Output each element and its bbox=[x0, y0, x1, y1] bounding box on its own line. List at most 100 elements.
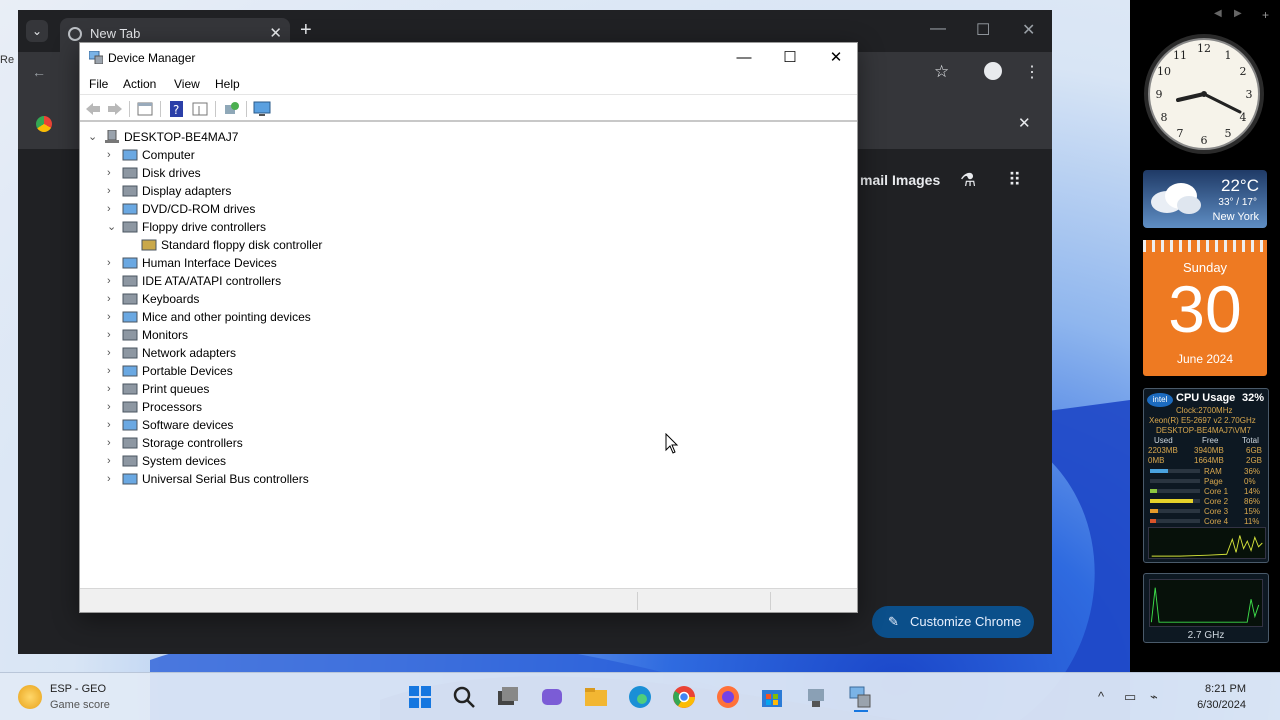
device-category[interactable]: › Print queues bbox=[80, 380, 480, 398]
dm-menubar: File Action View Help bbox=[80, 73, 857, 95]
device-category[interactable]: › Mice and other pointing devices bbox=[80, 308, 480, 326]
file-explorer-icon[interactable] bbox=[580, 681, 612, 713]
minimize-icon[interactable]: — bbox=[930, 20, 946, 38]
tab-close-icon[interactable]: ✕ bbox=[269, 24, 282, 42]
search-icon[interactable] bbox=[448, 681, 480, 713]
scan-hardware-icon[interactable] bbox=[222, 100, 240, 118]
help-icon[interactable]: ? bbox=[168, 100, 186, 118]
network-tool-icon[interactable] bbox=[800, 681, 832, 713]
back-arrow-icon[interactable] bbox=[84, 100, 102, 118]
device-manager-taskbar-icon[interactable] bbox=[844, 681, 876, 713]
task-view-icon[interactable] bbox=[492, 681, 524, 713]
chevron-right-icon[interactable]: › bbox=[107, 254, 117, 272]
view-icon[interactable] bbox=[191, 100, 209, 118]
chevron-right-icon[interactable]: › bbox=[107, 272, 117, 290]
sidebar-next-icon[interactable]: ▶ bbox=[1234, 8, 1242, 19]
firefox-icon[interactable] bbox=[712, 681, 744, 713]
col-total: Total bbox=[1242, 436, 1259, 445]
device-category-icon bbox=[122, 293, 138, 305]
menu-file[interactable]: File bbox=[89, 77, 108, 91]
display-icon[interactable]: ▭ bbox=[1124, 689, 1136, 705]
edge-icon[interactable] bbox=[624, 681, 656, 713]
chrome-taskbar-icon[interactable] bbox=[668, 681, 700, 713]
device-category[interactable]: ⌄ Floppy drive controllers bbox=[80, 218, 480, 236]
tray-overflow-icon[interactable]: ^ bbox=[1098, 689, 1104, 704]
chevron-right-icon[interactable]: › bbox=[107, 146, 117, 164]
apps-grid-icon[interactable]: ⠿ bbox=[1008, 170, 1021, 191]
device-category[interactable]: › IDE ATA/ATAPI controllers bbox=[80, 272, 480, 290]
tab-search-button[interactable]: ⌄ bbox=[26, 20, 48, 42]
dm-minimize-icon[interactable]: — bbox=[721, 43, 767, 73]
device-category[interactable]: › Processors bbox=[80, 398, 480, 416]
device-category[interactable]: › DVD/CD-ROM drives bbox=[80, 200, 480, 218]
device-category[interactable]: › Keyboards bbox=[80, 290, 480, 308]
sidebar-prev-icon[interactable]: ◀ bbox=[1214, 8, 1222, 19]
menu-view[interactable]: View bbox=[174, 77, 200, 91]
profile-icon[interactable] bbox=[984, 62, 1002, 80]
chevron-right-icon[interactable]: › bbox=[107, 200, 117, 218]
chat-icon[interactable] bbox=[536, 681, 568, 713]
monitor-icon[interactable] bbox=[253, 100, 271, 118]
star-icon[interactable]: ☆ bbox=[934, 62, 949, 82]
maximize-icon[interactable]: ☐ bbox=[976, 20, 990, 40]
add-gadget-icon[interactable]: + bbox=[1262, 8, 1269, 22]
images-link[interactable]: Images bbox=[892, 172, 940, 188]
chevron-down-icon[interactable]: ⌄ bbox=[88, 128, 98, 146]
chevron-right-icon[interactable]: › bbox=[107, 434, 117, 452]
device-category[interactable]: › Monitors bbox=[80, 326, 480, 344]
device-category[interactable]: › Computer bbox=[80, 146, 480, 164]
taskbar-widget[interactable]: ESP - GEO Game score bbox=[18, 683, 128, 713]
chevron-right-icon[interactable]: › bbox=[107, 164, 117, 182]
device-category[interactable]: › Display adapters bbox=[80, 182, 480, 200]
chevron-right-icon[interactable]: › bbox=[107, 416, 117, 434]
cpu-percent: 32% bbox=[1241, 392, 1264, 404]
dm-toolbar: ? bbox=[80, 96, 857, 122]
page-total: 2GB bbox=[1246, 456, 1263, 465]
cpu-clock: Clock:2700MHz bbox=[1176, 406, 1233, 415]
chevron-right-icon[interactable]: › bbox=[107, 452, 117, 470]
toolbar-separator bbox=[246, 101, 247, 117]
dm-close-icon[interactable]: ✕ bbox=[813, 43, 859, 73]
menu-action[interactable]: Action bbox=[123, 77, 156, 91]
store-icon[interactable] bbox=[756, 681, 788, 713]
back-icon[interactable]: ← bbox=[32, 64, 46, 80]
device-category-icon bbox=[122, 203, 138, 215]
labs-icon[interactable]: ⚗ bbox=[960, 170, 976, 191]
chevron-right-icon[interactable]: › bbox=[107, 308, 117, 326]
device-category[interactable]: › Software devices bbox=[80, 416, 480, 434]
tree-root[interactable]: ⌄ DESKTOP-BE4MAJ7 bbox=[80, 128, 380, 146]
device-category[interactable]: › Disk drives bbox=[80, 164, 480, 182]
new-tab-button[interactable]: + bbox=[300, 19, 312, 42]
device-category[interactable]: › Universal Serial Bus controllers bbox=[80, 470, 480, 488]
device-category[interactable]: › Storage controllers bbox=[80, 434, 480, 452]
chevron-right-icon[interactable]: › bbox=[107, 290, 117, 308]
device-category[interactable]: › Portable Devices bbox=[80, 362, 480, 380]
dismiss-icon[interactable]: ✕ bbox=[1018, 114, 1031, 132]
gmail-link[interactable]: mail bbox=[860, 172, 888, 188]
meter-percent: 11% bbox=[1244, 517, 1260, 526]
chevron-right-icon[interactable]: › bbox=[107, 380, 117, 398]
chevron-down-icon[interactable]: ⌄ bbox=[107, 218, 117, 236]
device-category[interactable]: › Human Interface Devices bbox=[80, 254, 480, 272]
close-icon[interactable]: ✕ bbox=[1022, 20, 1035, 40]
chevron-right-icon[interactable]: › bbox=[107, 344, 117, 362]
chevron-right-icon[interactable]: › bbox=[107, 182, 117, 200]
device-category[interactable]: › System devices bbox=[80, 452, 480, 470]
device-category[interactable]: › Network adapters bbox=[80, 344, 480, 362]
chevron-right-icon[interactable]: › bbox=[107, 470, 117, 488]
device-category-icon bbox=[122, 257, 138, 269]
chevron-right-icon[interactable]: › bbox=[107, 398, 117, 416]
forward-arrow-icon[interactable] bbox=[106, 100, 124, 118]
chevron-right-icon[interactable]: › bbox=[107, 362, 117, 380]
taskbar-clock[interactable]: 8:21 PM 6/30/2024 bbox=[1176, 681, 1246, 713]
network-icon[interactable]: ⌁ bbox=[1150, 689, 1158, 705]
customize-chrome-button[interactable]: ✎ Customize Chrome bbox=[872, 606, 1034, 638]
chevron-right-icon[interactable]: › bbox=[107, 326, 117, 344]
start-icon[interactable] bbox=[404, 681, 436, 713]
properties-icon[interactable] bbox=[136, 100, 154, 118]
menu-icon[interactable]: ⋮ bbox=[1024, 62, 1040, 82]
device-item[interactable]: Standard floppy disk controller bbox=[80, 236, 480, 254]
cpu-history-graph bbox=[1148, 527, 1266, 559]
dm-maximize-icon[interactable]: ☐ bbox=[767, 43, 813, 73]
menu-help[interactable]: Help bbox=[215, 77, 240, 91]
